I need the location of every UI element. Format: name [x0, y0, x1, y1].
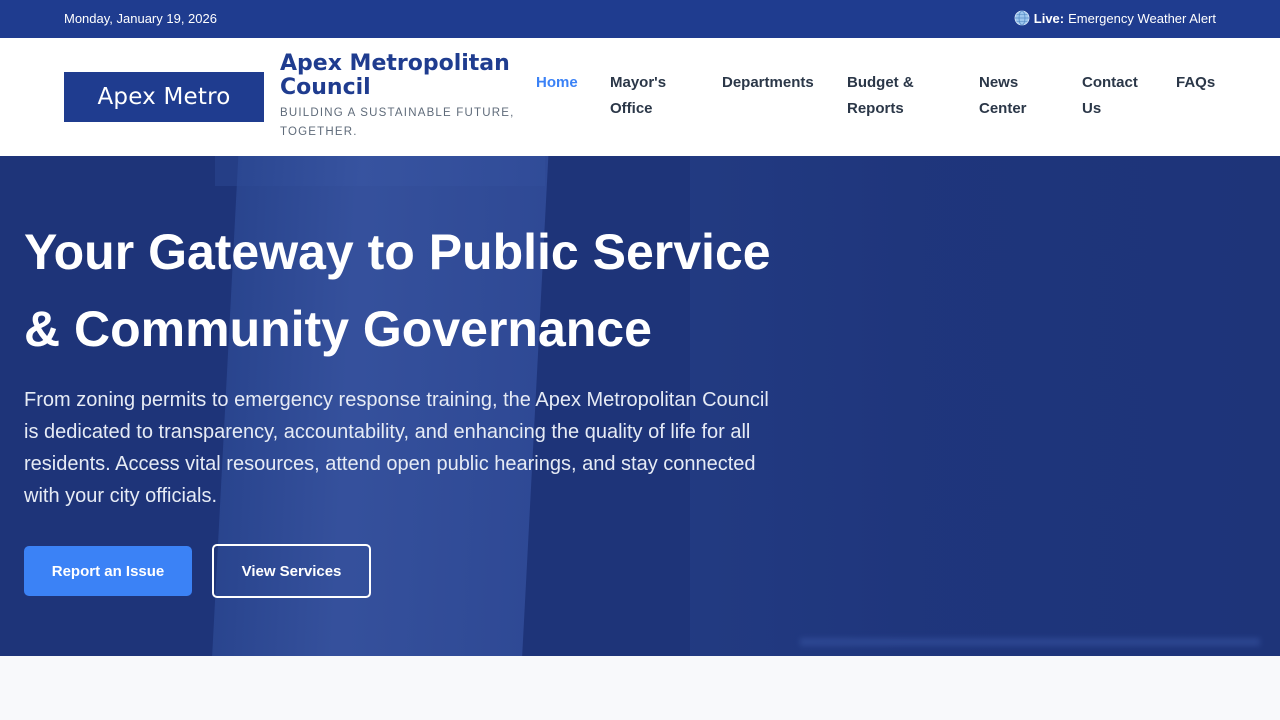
- brand-name: Apex Metropolitan Council: [280, 51, 510, 100]
- globe-icon: [1014, 10, 1030, 26]
- logo[interactable]: Apex Metro: [64, 72, 264, 122]
- alert-text: Emergency Weather Alert: [1068, 10, 1216, 26]
- hero-bg-floor: [800, 638, 1260, 646]
- nav-item-contact-us[interactable]: Contact Us: [1082, 70, 1152, 122]
- view-services-button[interactable]: View Services: [212, 544, 371, 598]
- brand-tagline: BUILDING A SUSTAINABLE FUTURE, TOGETHER.: [280, 107, 515, 138]
- report-issue-button[interactable]: Report an Issue: [24, 546, 192, 596]
- hero-section: Your Gateway to Public Service & Communi…: [0, 156, 1280, 656]
- top-bar: Monday, January 19, 2026 Live: Emergency…: [0, 0, 1280, 38]
- current-date: Monday, January 19, 2026: [64, 11, 217, 26]
- live-alert[interactable]: Live: Emergency Weather Alert: [1014, 10, 1216, 26]
- nav-item-home[interactable]: Home: [536, 70, 596, 96]
- site-header: Apex Metro Apex Metropolitan Council BUI…: [0, 38, 1280, 156]
- nav-item-news-center[interactable]: News Center: [979, 70, 1049, 122]
- hero-title: Your Gateway to Public Service & Communi…: [24, 224, 771, 357]
- live-label: Live:: [1033, 10, 1065, 26]
- nav-item-departments[interactable]: Departments: [722, 70, 832, 96]
- nav-item-mayors-office[interactable]: Mayor's Office: [610, 70, 690, 122]
- nav-item-budget-reports[interactable]: Budget & Reports: [847, 70, 937, 122]
- hero-description: From zoning permits to emergency respons…: [24, 389, 769, 507]
- nav-item-faqs[interactable]: FAQs: [1176, 70, 1236, 96]
- brand-block: Apex Metropolitan Council BUILDING A SUS…: [280, 52, 530, 142]
